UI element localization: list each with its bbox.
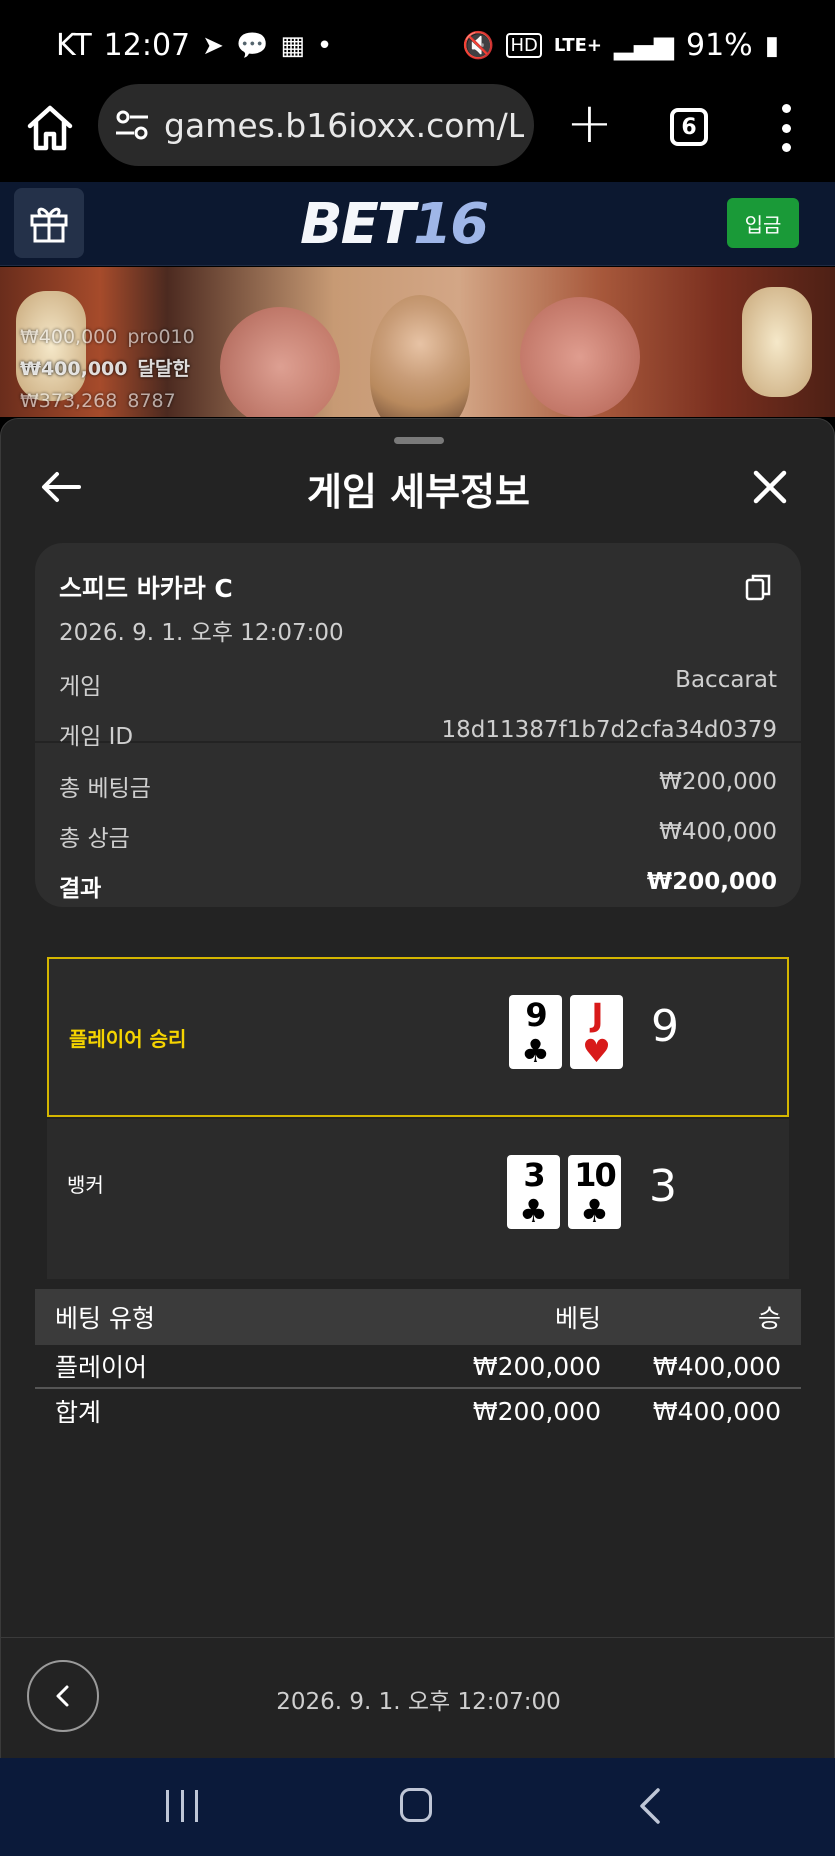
total-bet-row: 총 베팅금 ₩200,000: [59, 769, 777, 803]
banker-cards: 3 ♣ 10 ♣: [507, 1155, 621, 1229]
close-icon[interactable]: [746, 463, 794, 511]
banker-score: 3: [649, 1161, 677, 1212]
browser-toolbar: games.b16ioxx.com/La + 6: [0, 84, 835, 180]
column-header: 승: [757, 1304, 781, 1333]
player-cards: 9 ♣ J ♥: [509, 995, 623, 1069]
playing-card: 10 ♣: [568, 1155, 621, 1229]
banker-hand-panel: 뱅커 3 ♣ 10 ♣ 3: [47, 1119, 789, 1279]
result-label: 결과: [59, 876, 102, 902]
playing-card: 3 ♣: [507, 1155, 560, 1229]
player-score: 9: [651, 1001, 679, 1052]
result-value: ₩200,000: [646, 869, 777, 895]
dealer-figure: [370, 295, 470, 417]
game-type-row: 게임 Baccarat: [59, 667, 777, 701]
home-button-icon[interactable]: [400, 1788, 432, 1822]
game-name: 스피드 바카라 C: [59, 574, 233, 603]
carrier-label: KT: [56, 28, 92, 63]
battery-percent: 91%: [686, 28, 753, 63]
total-win-cell: ₩400,000: [652, 1396, 781, 1426]
heart-suit-icon: ♥: [582, 1032, 611, 1070]
flower-decoration: [520, 297, 640, 417]
signal-icon: ▂▄▆: [614, 30, 674, 61]
club-suit-icon: ♣: [521, 1032, 550, 1070]
live-winners-list: ₩400,000 pro010 ₩400,000 달달한 ₩373,268 8787: [20, 321, 195, 417]
total-win-label: 총 상금: [59, 826, 130, 852]
chat-icon: 💬: [235, 30, 269, 61]
playing-card: J ♥: [570, 995, 623, 1069]
deposit-button[interactable]: 입금: [727, 198, 799, 248]
calendar-icon: ▦: [280, 30, 305, 61]
bets-table: 베팅 유형 베팅 승 플레이어 ₩200,000 ₩400,000 합계 ₩20…: [35, 1289, 801, 1433]
table-row: 플레이어 ₩200,000 ₩400,000: [35, 1345, 801, 1389]
hd-icon: HD: [506, 33, 542, 58]
battery-icon: ▮: [764, 30, 779, 61]
sheet-footer: 2026. 9. 1. 오후 12:07:00: [1, 1637, 834, 1761]
lantern-decoration: [742, 287, 812, 397]
tab-switcher-button[interactable]: 6: [670, 108, 708, 146]
recent-apps-icon[interactable]: [166, 1790, 198, 1822]
bet-summary-section: 총 베팅금 ₩200,000 총 상금 ₩400,000 결과 ₩200,000: [35, 743, 801, 903]
result-row: 결과 ₩200,000: [59, 869, 777, 903]
game-info-section: 스피드 바카라 C 2026. 9. 1. 오후 12:07:00 게임 Bac…: [35, 543, 801, 750]
win-amount-cell: ₩400,000: [652, 1351, 781, 1381]
total-bet-label: 총 베팅금: [59, 776, 151, 802]
gift-icon: [30, 207, 68, 243]
flower-decoration: [220, 307, 340, 417]
site-logo[interactable]: BET16: [300, 192, 489, 257]
sheet-title: 게임 세부정보: [307, 470, 530, 514]
telegram-icon: ➤: [202, 30, 224, 61]
total-win-value: ₩400,000: [659, 819, 777, 845]
game-type-value: Baccarat: [675, 667, 777, 693]
address-bar[interactable]: games.b16ioxx.com/La: [98, 84, 534, 166]
column-header: 베팅: [554, 1304, 601, 1333]
playing-card: 9 ♣: [509, 995, 562, 1069]
banker-hand-label: 뱅커: [67, 1173, 104, 1197]
winner-entry: ₩400,000 달달한: [20, 358, 190, 380]
mute-icon: 🔇: [462, 30, 495, 61]
game-id-label: 게임 ID: [59, 724, 134, 750]
lte-icon: LTE+: [553, 35, 602, 56]
table-header: 베팅 유형 베팅 승: [35, 1289, 801, 1345]
club-suit-icon: ♣: [580, 1192, 609, 1230]
game-type-label: 게임: [59, 674, 102, 700]
total-bet-value: ₩200,000: [659, 769, 777, 795]
site-settings-icon[interactable]: [114, 107, 150, 143]
sheet-drag-handle[interactable]: [394, 437, 444, 444]
game-info-card: 스피드 바카라 C 2026. 9. 1. 오후 12:07:00 게임 Bac…: [35, 543, 801, 907]
club-suit-icon: ♣: [519, 1192, 548, 1230]
live-dealer-video: ₩400,000 pro010 ₩400,000 달달한 ₩373,268 8787: [0, 267, 835, 417]
game-datetime: 2026. 9. 1. 오후 12:07:00: [59, 620, 344, 646]
status-left: KT 12:07 ➤ 💬 ▦ •: [56, 28, 332, 63]
table-total-row: 합계 ₩200,000 ₩400,000: [35, 1389, 801, 1433]
clock: 12:07: [103, 28, 191, 63]
total-win-row: 총 상금 ₩400,000: [59, 819, 777, 853]
gift-button[interactable]: [14, 188, 84, 258]
url-text[interactable]: games.b16ioxx.com/La: [164, 106, 524, 145]
player-hand-label: 플레이어 승리: [69, 1027, 187, 1051]
more-notifications-icon: •: [316, 30, 333, 61]
game-id-row: 게임 ID 18d11387f1b7d2cfa34d0379: [59, 717, 777, 751]
column-header: 베팅 유형: [55, 1304, 155, 1333]
winner-entry: ₩400,000 pro010: [20, 326, 195, 348]
bet-type-cell: 플레이어: [55, 1353, 148, 1382]
footer-datetime: 2026. 9. 1. 오후 12:07:00: [276, 1689, 561, 1715]
site-header: BET16 입금: [0, 182, 835, 266]
system-navigation-bar: [0, 1758, 835, 1856]
browser-menu-icon[interactable]: [780, 104, 792, 152]
status-bar: KT 12:07 ➤ 💬 ▦ • 🔇 HD LTE+ ▂▄▆ 91% ▮: [0, 0, 835, 92]
bet-amount-cell: ₩200,000: [472, 1351, 601, 1381]
back-icon[interactable]: [636, 1786, 664, 1826]
copy-icon[interactable]: [743, 571, 775, 603]
game-details-sheet: 게임 세부정보 스피드 바카라 C 2026. 9. 1. 오후 12:07:0…: [0, 418, 835, 1761]
total-label-cell: 합계: [55, 1398, 102, 1427]
home-icon[interactable]: [24, 102, 76, 154]
player-hand-panel: 플레이어 승리 9 ♣ J ♥ 9: [47, 957, 789, 1117]
new-tab-icon[interactable]: +: [566, 96, 613, 152]
game-id-value: 18d11387f1b7d2cfa34d0379: [441, 717, 777, 743]
total-bet-cell: ₩200,000: [472, 1396, 601, 1426]
status-right: 🔇 HD LTE+ ▂▄▆ 91% ▮: [462, 28, 779, 63]
winner-entry: ₩373,268 8787: [20, 390, 176, 412]
